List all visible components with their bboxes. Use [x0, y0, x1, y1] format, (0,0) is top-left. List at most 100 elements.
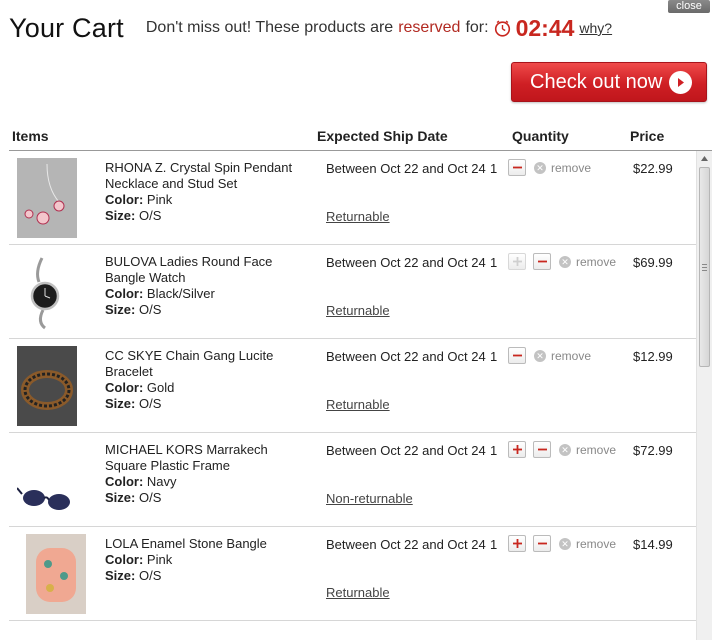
product-size: O/S [138, 396, 162, 411]
watch-icon[interactable] [17, 252, 77, 332]
list-scrollbar[interactable] [696, 151, 712, 640]
remove-x-icon: ✕ [559, 256, 571, 268]
decrease-quantity-button[interactable] [508, 159, 526, 176]
remove-button[interactable]: ✕ remove [559, 537, 616, 551]
item-price: $22.99 [633, 161, 673, 176]
ship-date: Between Oct 22 and Oct 24 [326, 255, 486, 270]
scroll-up-arrow-icon[interactable] [697, 151, 712, 165]
returnable-link[interactable]: Returnable [326, 585, 390, 600]
remove-button[interactable]: ✕ remove [559, 255, 616, 269]
decrease-quantity-button[interactable] [533, 441, 551, 458]
size-label: Size: [105, 208, 136, 223]
remove-label: remove [551, 161, 592, 175]
ship-date: Between Oct 22 and Oct 24 [326, 161, 486, 176]
remove-label: remove [576, 443, 617, 457]
product-color: Gold [146, 380, 175, 395]
product-size: O/S [138, 568, 162, 583]
cart-row: RHONA Z. Crystal Spin Pendant Necklace a… [9, 151, 696, 245]
product-color: Navy [146, 474, 177, 489]
cart-header: Your Cart Don't miss out! These products… [9, 10, 612, 46]
item-price: $14.99 [633, 537, 673, 552]
size-label: Size: [105, 396, 136, 411]
ship-date: Between Oct 22 and Oct 24 [326, 349, 486, 364]
bracelet-icon[interactable] [17, 346, 77, 426]
arrow-right-icon [669, 71, 692, 94]
close-button[interactable]: close [668, 0, 710, 13]
product-name: CC SKYE Chain Gang Lucite Bracelet Color… [105, 348, 305, 412]
remove-x-icon: ✕ [534, 162, 546, 174]
checkout-button[interactable]: Check out now [511, 62, 707, 102]
product-size: O/S [138, 302, 162, 317]
countdown-timer: 02:44 [515, 14, 575, 41]
product-size: O/S [138, 208, 162, 223]
quantity-value: 1 [490, 349, 498, 364]
returnable-link[interactable]: Returnable [326, 303, 390, 318]
remove-label: remove [576, 255, 617, 269]
product-color: Black/Silver [146, 286, 215, 301]
returnable-link[interactable]: Returnable [326, 209, 390, 224]
increase-quantity-button[interactable] [508, 253, 526, 270]
cart-row: BULOVA Ladies Round Face Bangle Watch Co… [9, 245, 696, 339]
cart-row: LOLA Enamel Stone Bangle Color: Pink Siz… [9, 527, 696, 621]
remove-button[interactable]: ✕ remove [534, 161, 591, 175]
quantity-value: 1 [490, 255, 498, 270]
quantity-value: 1 [490, 537, 498, 552]
color-label: Color: [105, 474, 144, 489]
remove-x-icon: ✕ [534, 350, 546, 362]
sunglasses-icon[interactable] [16, 440, 77, 520]
increase-quantity-button[interactable] [508, 535, 526, 552]
column-header-quantity: Quantity [512, 128, 569, 144]
color-label: Color: [105, 552, 144, 567]
product-name: RHONA Z. Crystal Spin Pendant Necklace a… [105, 160, 305, 224]
grip-icon [702, 264, 707, 271]
reservation-message: Don't miss out! These products are reser… [146, 15, 612, 42]
product-title[interactable]: RHONA Z. Crystal Spin Pendant Necklace a… [105, 160, 305, 192]
cart-row: MICHAEL KORS Marrakech Square Plastic Fr… [9, 433, 696, 527]
item-price: $69.99 [633, 255, 673, 270]
decrease-quantity-button[interactable] [508, 347, 526, 364]
size-label: Size: [105, 490, 136, 505]
color-label: Color: [105, 286, 144, 301]
size-label: Size: [105, 568, 136, 583]
item-price: $12.99 [633, 349, 673, 364]
necklace-icon[interactable] [17, 158, 77, 238]
ship-date: Between Oct 22 and Oct 24 [326, 443, 486, 458]
bangle-icon[interactable] [26, 534, 86, 614]
remove-label: remove [551, 349, 592, 363]
why-link[interactable]: why? [579, 20, 612, 36]
product-size: O/S [138, 490, 162, 505]
product-title[interactable]: LOLA Enamel Stone Bangle [105, 536, 305, 552]
product-title[interactable]: BULOVA Ladies Round Face Bangle Watch [105, 254, 305, 286]
increase-quantity-button[interactable] [508, 441, 526, 458]
checkout-label: Check out now [530, 70, 663, 93]
returnable-link[interactable]: Returnable [326, 397, 390, 412]
product-color: Pink [146, 192, 173, 207]
column-header-price: Price [630, 128, 665, 144]
decrease-quantity-button[interactable] [533, 535, 551, 552]
size-label: Size: [105, 302, 136, 317]
quantity-value: 1 [490, 443, 498, 458]
reservation-prefix: Don't miss out! These products are [145, 19, 394, 36]
column-header-items: Items [12, 128, 49, 144]
page-title: Your Cart [9, 12, 124, 43]
quantity-value: 1 [490, 161, 498, 176]
remove-button[interactable]: ✕ remove [559, 443, 616, 457]
remove-button[interactable]: ✕ remove [534, 349, 591, 363]
reservation-suffix: for: [465, 19, 489, 36]
returnable-link[interactable]: Non-returnable [326, 491, 413, 506]
product-name: BULOVA Ladies Round Face Bangle Watch Co… [105, 254, 305, 318]
cart-item-list: RHONA Z. Crystal Spin Pendant Necklace a… [9, 151, 696, 640]
color-label: Color: [105, 380, 144, 395]
product-name: MICHAEL KORS Marrakech Square Plastic Fr… [105, 442, 305, 506]
ship-date: Between Oct 22 and Oct 24 [326, 537, 486, 552]
product-title[interactable]: CC SKYE Chain Gang Lucite Bracelet [105, 348, 305, 380]
product-title[interactable]: MICHAEL KORS Marrakech Square Plastic Fr… [105, 442, 305, 474]
item-price: $72.99 [633, 443, 673, 458]
decrease-quantity-button[interactable] [533, 253, 551, 270]
remove-x-icon: ✕ [559, 444, 571, 456]
remove-x-icon: ✕ [559, 538, 571, 550]
clock-icon [494, 19, 511, 37]
scrollbar-thumb[interactable] [699, 167, 710, 367]
reservation-highlight: reserved [398, 19, 461, 36]
product-name: LOLA Enamel Stone Bangle Color: Pink Siz… [105, 536, 305, 584]
